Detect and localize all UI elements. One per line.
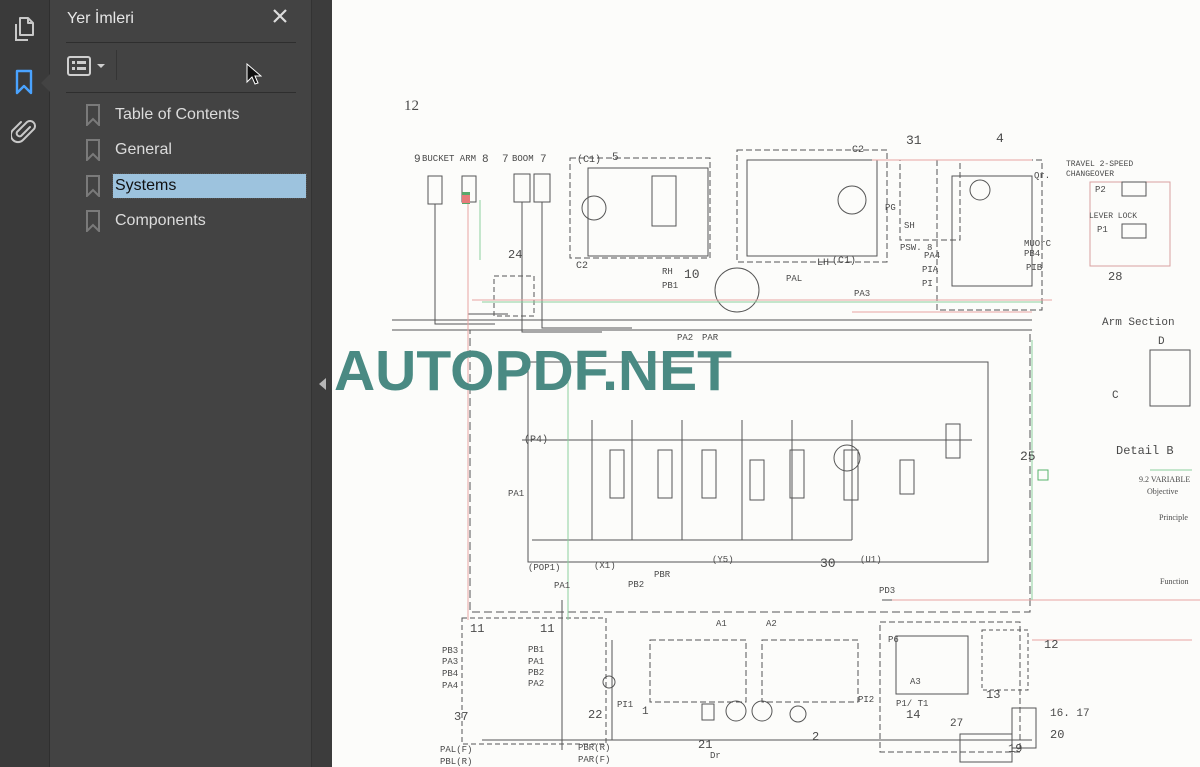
mouse-cursor-icon	[246, 63, 262, 85]
bookmark-item-components[interactable]: Components	[84, 208, 306, 234]
panel-title: Yer İmleri	[67, 10, 134, 27]
bookmark-item-systems[interactable]: Systems	[84, 173, 307, 199]
bookmark-item-table-of-contents[interactable]: Table of Contents	[84, 102, 306, 128]
bookmark-options-icon	[67, 56, 91, 76]
bookmark-icon	[84, 139, 102, 161]
bookmark-icon	[15, 69, 33, 95]
pages-button[interactable]	[10, 15, 38, 43]
divider	[66, 92, 296, 93]
bookmark-icon	[84, 104, 102, 126]
paperclip-icon	[11, 120, 36, 144]
document-page: 12 9 BUCKET ARM 8 7 BOOM 7 (C1) 5 C2 C2 …	[332, 0, 1200, 767]
panel-splitter[interactable]	[311, 0, 333, 767]
close-icon	[273, 9, 287, 23]
collapse-panel-arrow-icon[interactable]	[319, 378, 326, 390]
pages-icon	[15, 17, 34, 41]
divider	[66, 42, 296, 43]
bookmark-icon	[84, 210, 102, 232]
bookmark-label: Components	[115, 212, 206, 229]
attachments-button[interactable]	[10, 118, 38, 146]
bookmark-item-general[interactable]: General	[84, 137, 306, 163]
navigation-rail	[0, 0, 50, 767]
toolbar-separator	[116, 50, 117, 80]
bookmark-label: Table of Contents	[115, 106, 240, 123]
bookmark-label: General	[115, 141, 172, 158]
panel-pointer	[41, 74, 50, 92]
bookmarks-button[interactable]	[10, 68, 38, 96]
bookmark-options-button[interactable]	[67, 55, 107, 77]
bookmark-icon	[84, 175, 102, 197]
chevron-down-icon	[97, 64, 105, 68]
watermark: AUTOPDF.NET	[334, 339, 732, 403]
bookmarks-panel: Yer İmleri Table of Contents General Sys…	[41, 0, 311, 767]
bookmark-label: Systems	[112, 173, 307, 199]
close-panel-button[interactable]	[270, 6, 290, 26]
